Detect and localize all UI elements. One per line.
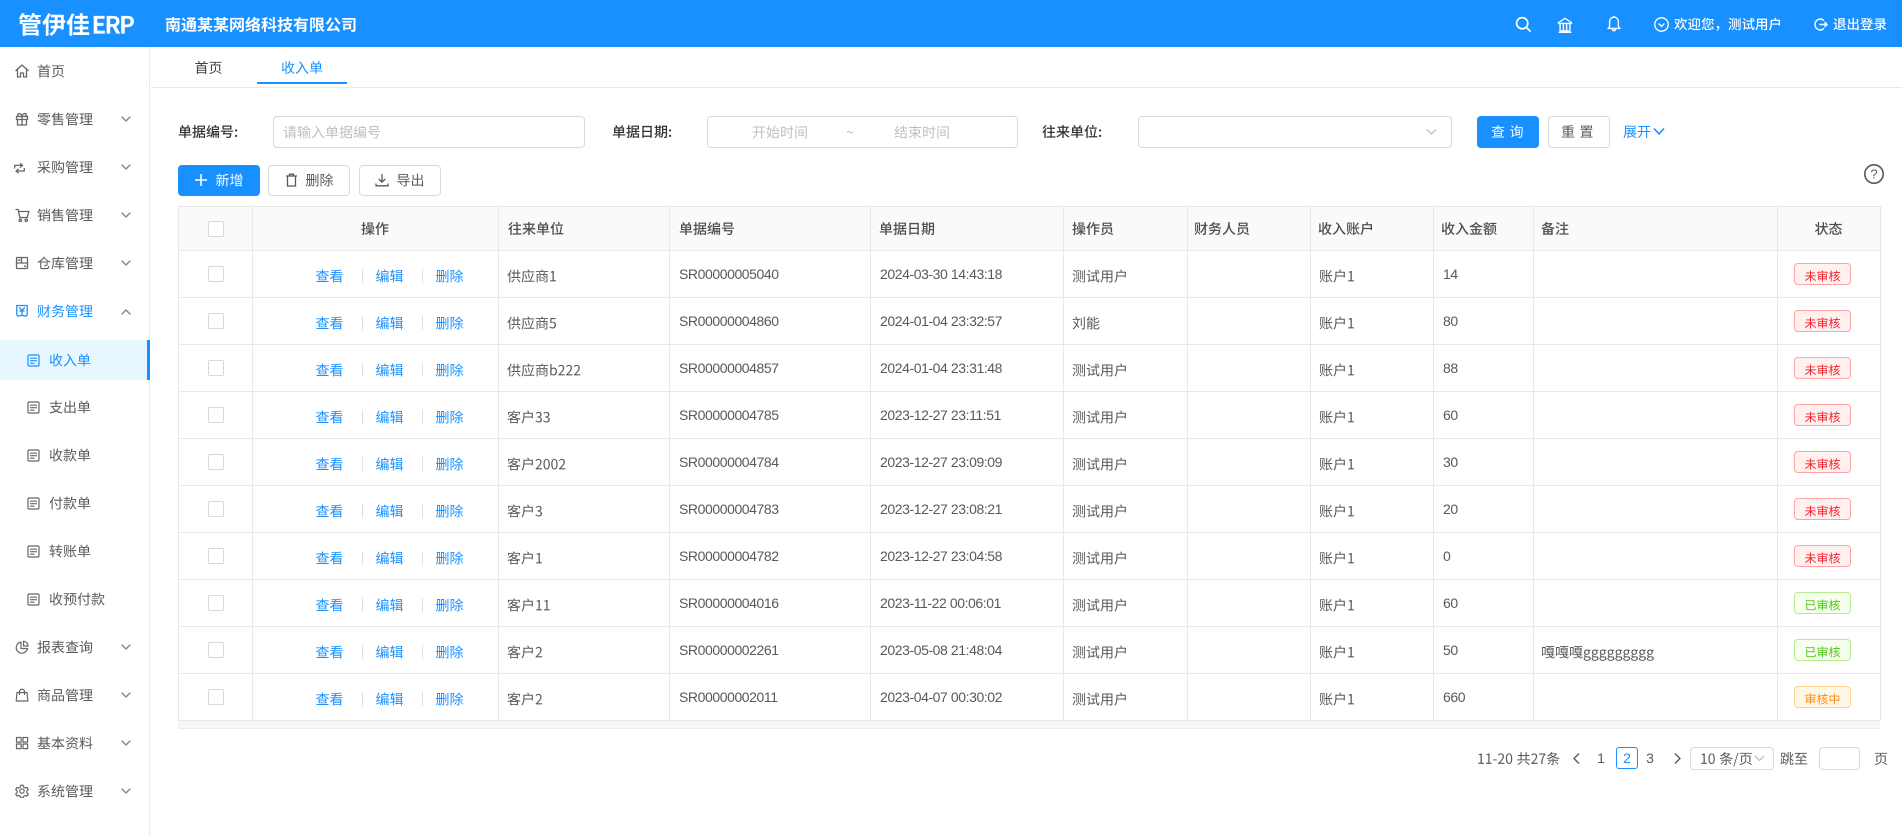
svg-text:?: ? — [1870, 167, 1877, 182]
